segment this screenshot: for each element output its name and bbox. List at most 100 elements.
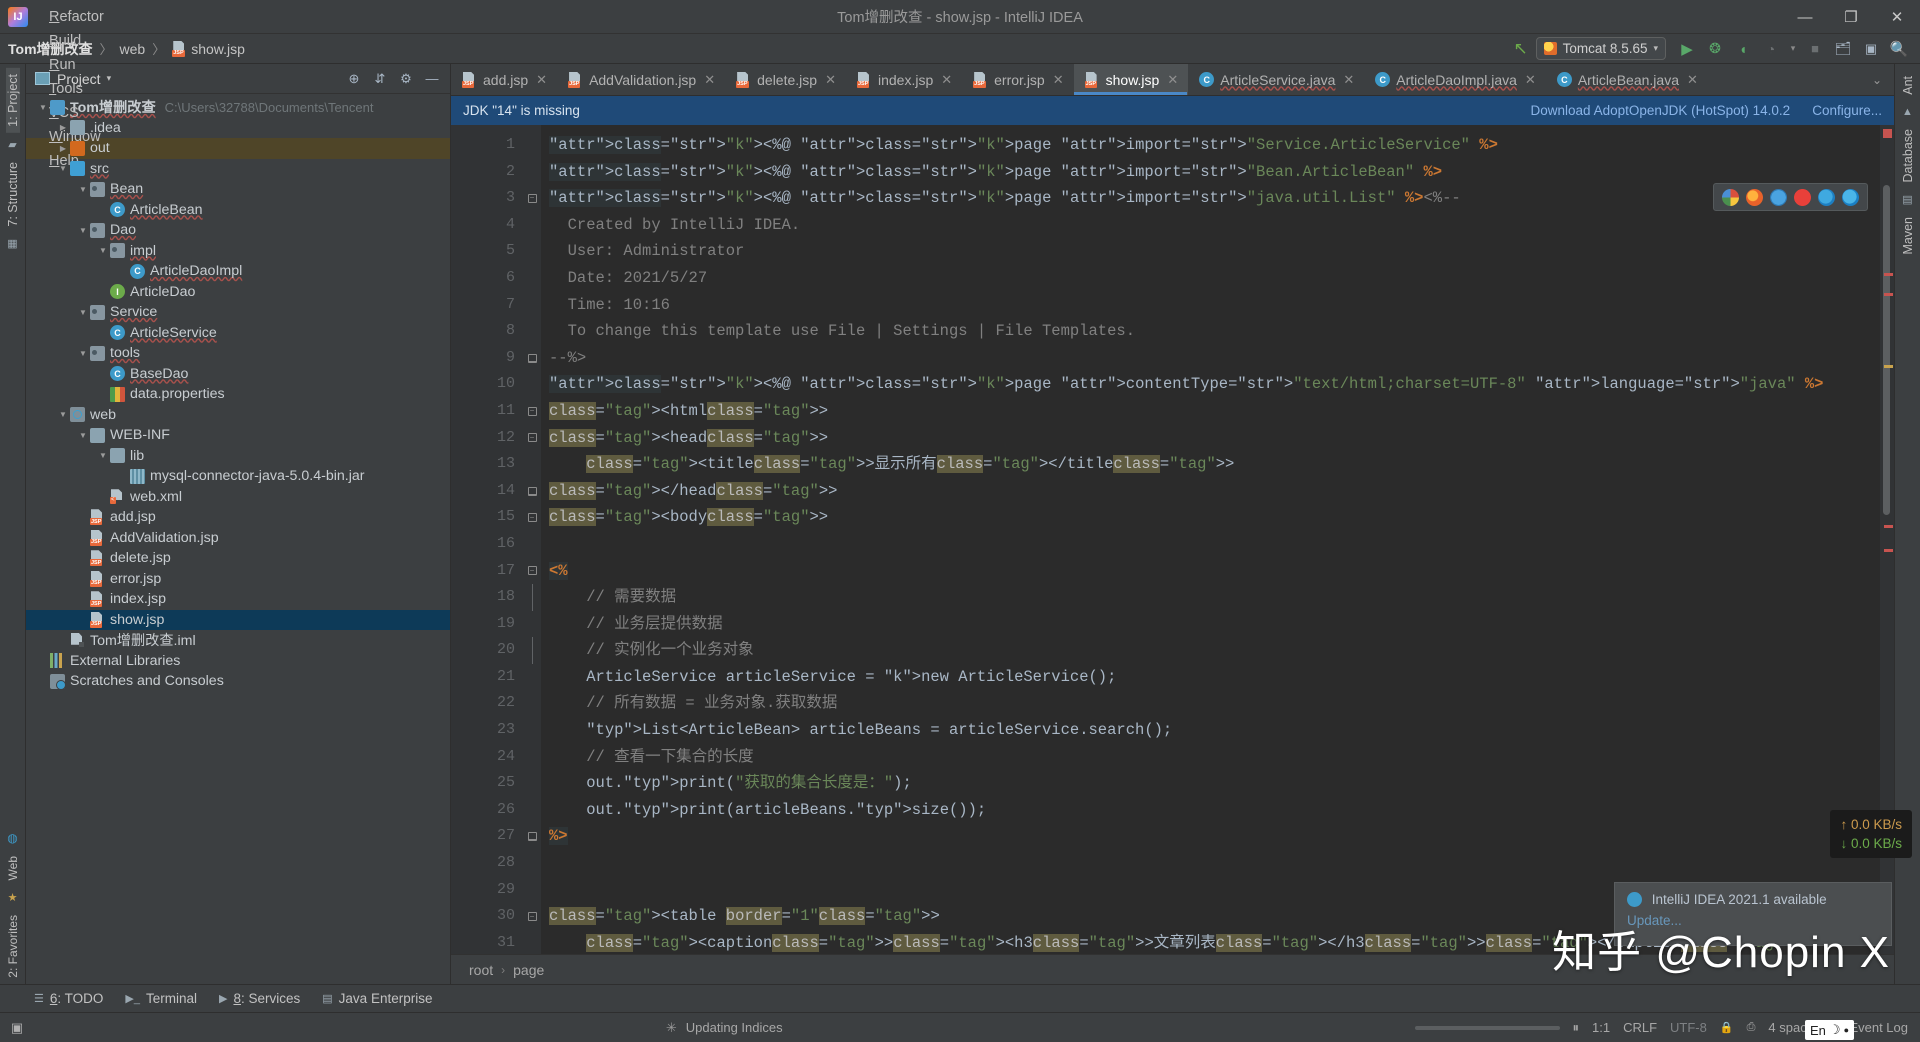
opera-browser-icon[interactable] — [1794, 189, 1811, 206]
editor-tab-articlebean-java[interactable]: CArticleBean.java✕ — [1546, 64, 1708, 95]
tree-collapse-arrow-icon[interactable]: ▼ — [76, 349, 90, 358]
editor-scrollbar-thumb[interactable] — [1883, 185, 1890, 515]
ime-indicator[interactable]: En ☽ ● — [1805, 1020, 1854, 1040]
tree-node[interactable]: External Libraries — [26, 651, 450, 672]
tree-node[interactable]: ▼Service — [26, 302, 450, 323]
error-marker[interactable] — [1884, 273, 1893, 276]
breadcrumb-root[interactable]: root — [469, 962, 493, 978]
run-button[interactable]: ▶ — [1674, 37, 1700, 61]
collapse-all-icon[interactable]: ⇵ — [367, 67, 393, 91]
code-fold-handle[interactable]: − — [523, 185, 541, 212]
breadcrumb-file[interactable]: show.jsp — [172, 41, 245, 57]
code-fold-handle[interactable]: − — [523, 398, 541, 425]
tree-node[interactable]: CArticleService — [26, 323, 450, 344]
code-folding-gutter[interactable]: − −− −− − — [523, 125, 541, 954]
close-tab-icon[interactable]: ✕ — [1343, 72, 1354, 88]
tree-collapse-arrow-icon[interactable]: ▼ — [56, 410, 70, 419]
tree-collapse-arrow-icon[interactable]: ▼ — [96, 451, 110, 460]
error-marker[interactable] — [1884, 549, 1893, 552]
configure-jdk-link[interactable]: Configure... — [1812, 103, 1882, 118]
code-fold-handle[interactable] — [523, 637, 541, 664]
hide-panel-icon[interactable]: — — [419, 67, 445, 91]
tree-node[interactable]: mysql-connector-java-5.0.4-bin.jar — [26, 466, 450, 487]
favorites-star-icon[interactable]: ★ — [8, 891, 18, 904]
tree-node[interactable]: ▼impl — [26, 241, 450, 262]
code-fold-handle[interactable] — [523, 823, 541, 850]
error-count-indicator[interactable] — [1883, 129, 1892, 138]
close-tab-icon[interactable]: ✕ — [1167, 72, 1178, 88]
editor-tab-delete-jsp[interactable]: delete.jsp✕ — [725, 64, 846, 95]
update-arrow-icon[interactable]: ↖ — [1508, 37, 1534, 61]
lock-icon[interactable]: 🔒 — [1720, 1021, 1734, 1034]
tree-node[interactable]: IArticleDao — [26, 282, 450, 303]
tree-node[interactable]: CArticleBean — [26, 200, 450, 221]
tree-node[interactable]: ▼web — [26, 405, 450, 426]
menu-item-build[interactable]: Build — [38, 29, 117, 53]
tree-node[interactable]: CBaseDao — [26, 364, 450, 385]
close-tab-icon[interactable]: ✕ — [1687, 72, 1698, 88]
tree-collapse-arrow-icon[interactable]: ▼ — [76, 431, 90, 440]
maximize-button[interactable]: ❐ — [1828, 0, 1874, 34]
tree-node[interactable]: ▼lib — [26, 446, 450, 467]
code-fold-handle[interactable]: − — [523, 504, 541, 531]
file-encoding[interactable]: UTF-8 — [1670, 1020, 1707, 1035]
project-tree[interactable]: ▼Tom增删改查C:\Users\32788\Documents\Tencent… — [26, 94, 450, 984]
close-tab-icon[interactable]: ✕ — [536, 72, 547, 88]
readonly-icon[interactable]: ⎙ — [1747, 1021, 1756, 1034]
tree-node[interactable]: CArticleDaoImpl — [26, 261, 450, 282]
code-fold-handle[interactable] — [523, 584, 541, 611]
source-code[interactable]: "attr">class="str">"k"><%@ "attr">class=… — [541, 125, 1880, 954]
scroll-from-source-icon[interactable]: ⊕ — [341, 67, 367, 91]
tree-node[interactable]: Tom增删改查.iml — [26, 630, 450, 651]
editor-tab-addvalidation-jsp[interactable]: AddValidation.jsp✕ — [557, 64, 725, 95]
tab-list-chevron-icon[interactable]: ⌄ — [1866, 73, 1888, 87]
tool-window-javaenterprise[interactable]: ▤Java Enterprise — [322, 991, 432, 1006]
show-tool-windows-icon[interactable]: ▣ — [0, 1020, 34, 1036]
tree-node[interactable]: Scratches and Consoles — [26, 671, 450, 692]
rail-item-structure[interactable]: 7: Structure — [6, 156, 20, 233]
tree-node[interactable]: ▼WEB-INF — [26, 425, 450, 446]
tool-window-todo[interactable]: ☰6: TODO — [34, 991, 103, 1006]
close-tab-icon[interactable]: ✕ — [941, 72, 952, 88]
breadcrumb-page[interactable]: page — [513, 962, 544, 978]
editor-tab-articledaoimpl-java[interactable]: CArticleDaoImpl.java✕ — [1364, 64, 1546, 95]
editor-tab-index-jsp[interactable]: index.jsp✕ — [846, 64, 962, 95]
gear-icon[interactable]: ⚙ — [393, 67, 419, 91]
menu-item-run[interactable]: Run — [38, 53, 117, 77]
tree-node[interactable]: add.jsp — [26, 507, 450, 528]
code-fold-handle[interactable]: − — [523, 558, 541, 585]
code-fold-handle[interactable] — [523, 478, 541, 505]
tree-node[interactable]: AddValidation.jsp — [26, 528, 450, 549]
debug-button[interactable]: ❂ — [1702, 37, 1728, 61]
code-fold-handle[interactable] — [523, 345, 541, 372]
rail-item-maven[interactable]: Maven — [1901, 211, 1915, 261]
code-fold-handle[interactable]: − — [523, 425, 541, 452]
stop-button[interactable]: ■ — [1802, 37, 1828, 61]
tool-window-services[interactable]: ▶8: Services — [219, 991, 300, 1006]
web-rail-icon[interactable]: ◍ — [7, 831, 17, 845]
tree-node[interactable]: error.jsp — [26, 569, 450, 590]
editor-tab-show-jsp[interactable]: show.jsp✕ — [1074, 64, 1189, 95]
rail-item-ant[interactable]: Ant — [1901, 70, 1915, 101]
edge-browser-icon[interactable] — [1842, 189, 1859, 206]
tree-node-selected[interactable]: show.jsp — [26, 610, 450, 631]
close-tab-icon[interactable]: ✕ — [1525, 72, 1536, 88]
safari-browser-icon[interactable] — [1770, 189, 1787, 206]
profile-dropdown-icon[interactable]: ▾ — [1786, 37, 1800, 61]
code-editor[interactable]: 1234567891011121314151617181920212223242… — [451, 125, 1894, 954]
editor-tab-add-jsp[interactable]: add.jsp✕ — [451, 64, 557, 95]
browser-preview-bar[interactable] — [1713, 183, 1868, 211]
rail-item-project[interactable]: 1: Project — [6, 68, 20, 133]
build-project-button[interactable]: 🗂 — [1830, 37, 1856, 61]
close-tab-icon[interactable]: ✕ — [704, 72, 715, 88]
breadcrumb-web[interactable]: web — [120, 41, 146, 57]
rail-item-database[interactable]: Database — [1901, 123, 1915, 189]
tree-node[interactable]: web.xml — [26, 487, 450, 508]
rail-item-web[interactable]: Web — [6, 850, 20, 886]
menu-item-refactor[interactable]: Refactor — [38, 5, 117, 29]
edge-legacy-browser-icon[interactable] — [1818, 189, 1835, 206]
code-fold-handle[interactable]: − — [523, 903, 541, 930]
close-tab-icon[interactable]: ✕ — [825, 72, 836, 88]
chrome-browser-icon[interactable] — [1722, 189, 1739, 206]
download-jdk-link[interactable]: Download AdoptOpenJDK (HotSpot) 14.0.2 — [1531, 103, 1791, 118]
